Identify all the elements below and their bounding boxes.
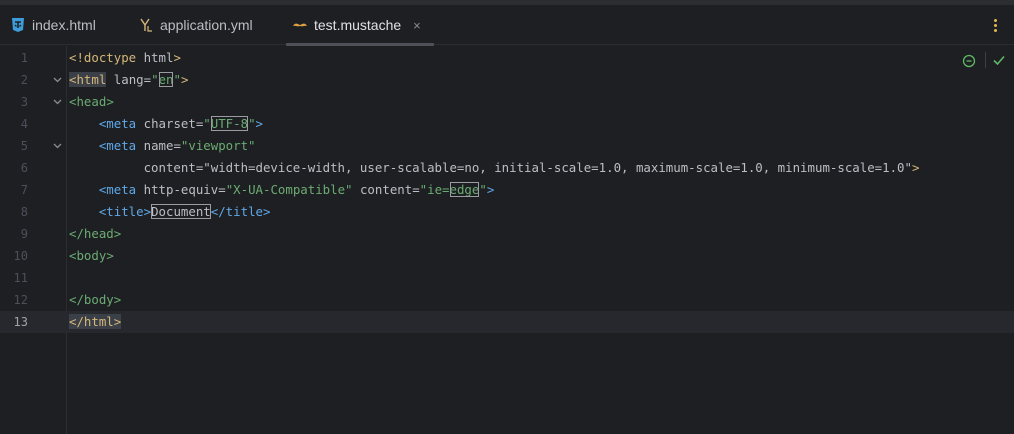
tab-label: test.mustache — [314, 17, 402, 33]
code-text: content="width=device-width, user-scalab… — [69, 160, 920, 175]
line-number: 2 — [20, 73, 28, 87]
line-number: 3 — [20, 95, 28, 109]
code-text: <title>Document</title> — [98, 204, 271, 219]
code-text: </html> — [69, 314, 122, 329]
code-text: <body> — [69, 248, 114, 263]
code-line[interactable]: 12 </body> — [0, 289, 1014, 311]
fold-chevron-icon[interactable] — [52, 91, 62, 113]
line-number: 5 — [20, 139, 28, 153]
fold-chevron-icon[interactable] — [52, 69, 62, 91]
code-line[interactable]: 11 — [0, 267, 1014, 289]
code-line[interactable]: 1 <!doctype html> — [0, 47, 1014, 69]
code-text: <meta http-equiv="X-UA-Compatible" conte… — [98, 182, 495, 197]
line-number: 7 — [20, 183, 28, 197]
code-line[interactable]: 3 <head> — [0, 91, 1014, 113]
code-text: </head> — [69, 226, 122, 241]
line-number: 10 — [13, 249, 28, 263]
mustache-file-icon — [292, 17, 308, 33]
code-line[interactable]: 9 </head> — [0, 223, 1014, 245]
code-line[interactable]: 6 content="width=device-width, user-scal… — [0, 157, 1014, 179]
line-number: 1 — [20, 51, 28, 65]
tab-test-mustache[interactable]: test.mustache × — [292, 5, 421, 45]
fold-chevron-icon[interactable] — [52, 135, 62, 157]
code-line[interactable]: 5 <meta name="viewport" — [0, 135, 1014, 157]
code-line[interactable]: 7 <meta http-equiv="X-UA-Compatible" con… — [0, 179, 1014, 201]
code-text: <!doctype html> — [69, 50, 181, 65]
line-number: 12 — [13, 293, 28, 307]
yaml-file-icon — [138, 17, 154, 33]
tab-index-html[interactable]: index.html — [10, 5, 96, 45]
line-number: 11 — [13, 271, 28, 285]
line-number: 6 — [20, 161, 28, 175]
line-number: 13 — [13, 315, 28, 329]
code-line[interactable]: 13 </html> — [0, 311, 1014, 333]
more-options-icon[interactable] — [992, 18, 1000, 34]
tab-label: index.html — [32, 17, 96, 33]
line-number: 8 — [20, 205, 28, 219]
line-number: 9 — [20, 227, 28, 241]
code-text: <meta name="viewport" — [98, 138, 256, 153]
code-line[interactable]: 10 <body> — [0, 245, 1014, 267]
code-line[interactable]: 8 <title>Document</title> — [0, 201, 1014, 223]
tab-label: application.yml — [160, 17, 253, 33]
code-text: </body> — [69, 292, 122, 307]
code-line[interactable]: 4 <meta charset="UTF-8"> — [0, 113, 1014, 135]
line-number: 4 — [20, 117, 28, 131]
editor-tab-bar: index.html application.yml test.mustache… — [0, 5, 1014, 46]
html-file-icon — [10, 17, 26, 33]
code-text: <html lang="en"> — [69, 72, 189, 87]
code-text: <head> — [69, 94, 114, 109]
code-text: <meta charset="UTF-8"> — [98, 116, 264, 131]
tab-application-yml[interactable]: application.yml — [138, 5, 253, 45]
close-icon[interactable]: × — [413, 18, 421, 33]
code-editor[interactable]: 1 <!doctype html> 2 <html lang="en"> 3 <head>… — [0, 46, 1014, 434]
code-line[interactable]: 2 <html lang="en"> — [0, 69, 1014, 91]
